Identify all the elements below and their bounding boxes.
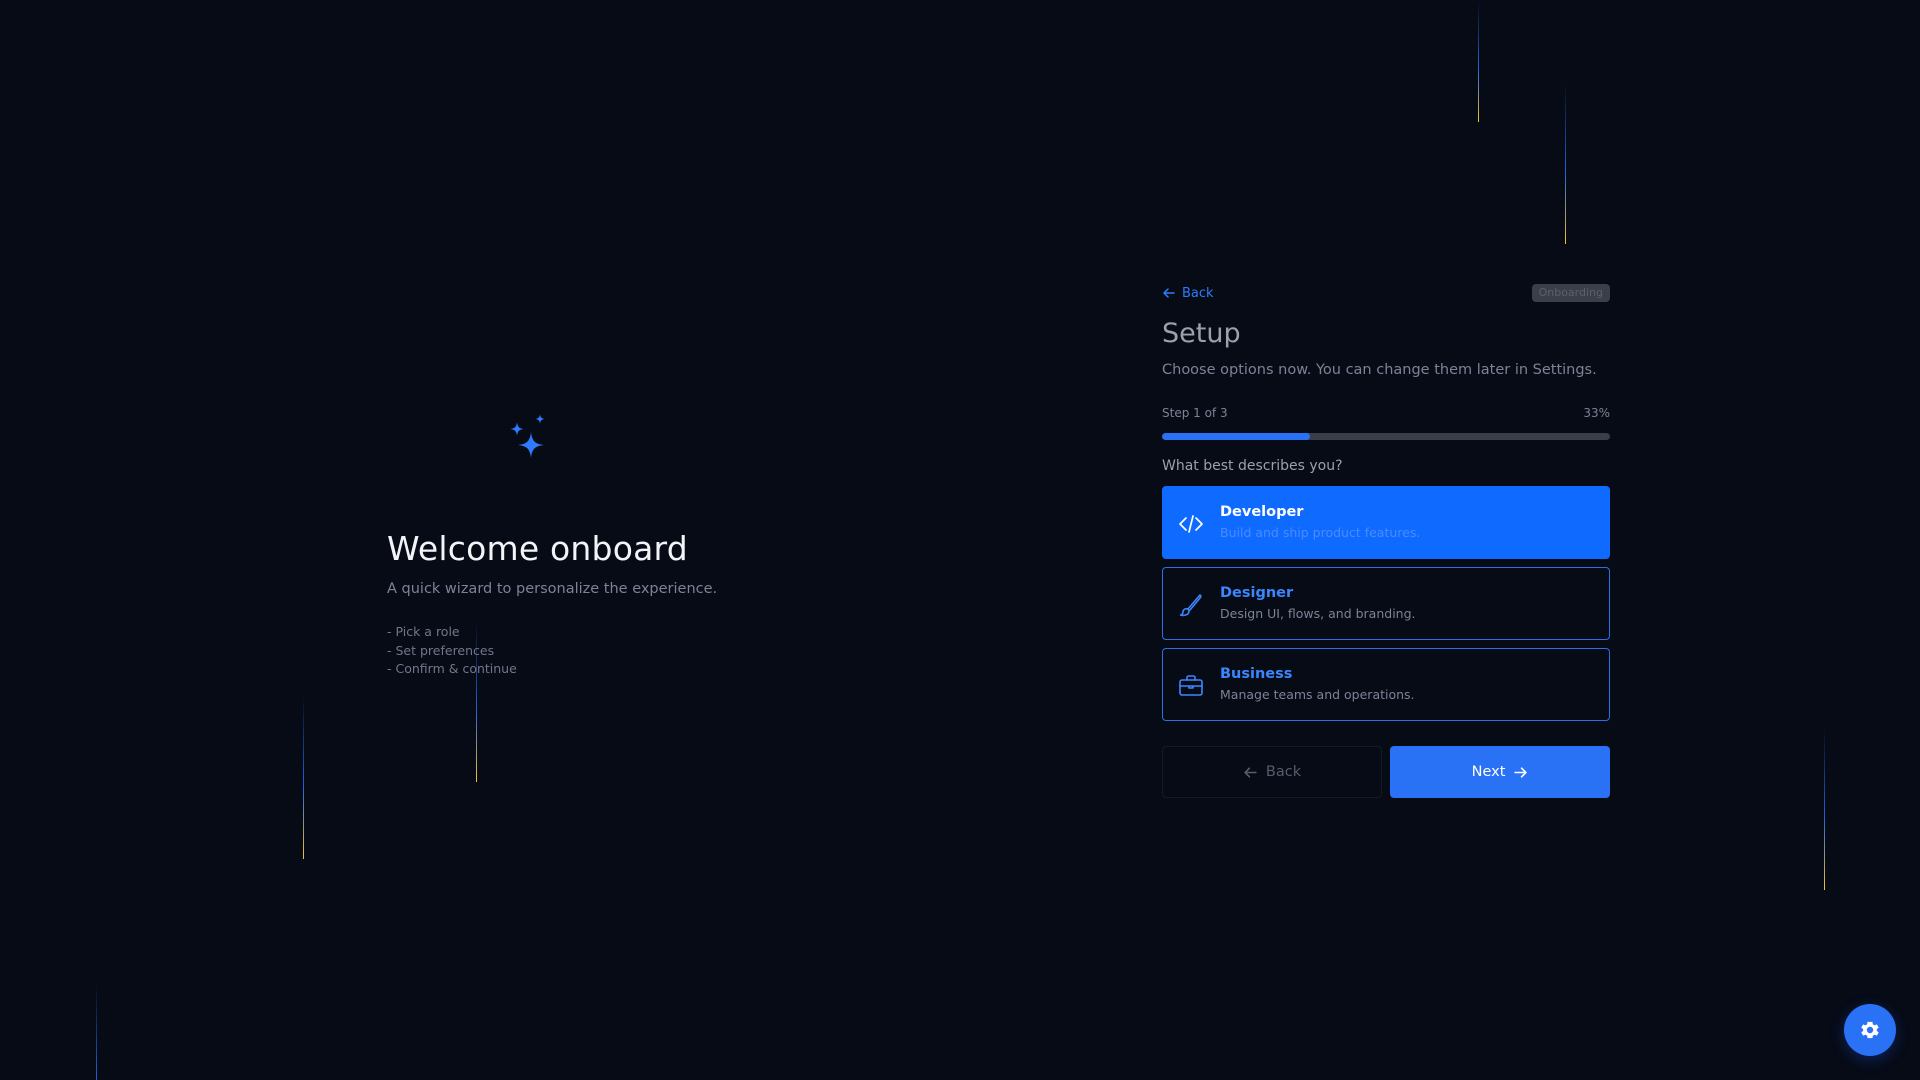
- role-options: Developer Build and ship product feature…: [1162, 486, 1610, 729]
- role-option-business[interactable]: Business Manage teams and operations.: [1162, 648, 1610, 721]
- progress-percent: 33%: [1583, 406, 1610, 420]
- role-option-title: Designer: [1220, 585, 1294, 601]
- progress-bar: [1162, 433, 1610, 440]
- arrow-left-icon: [1244, 766, 1257, 778]
- back-link[interactable]: Back: [1162, 282, 1214, 304]
- wizard-actions: Back Next: [1162, 746, 1610, 798]
- page-subtitle: Choose options now. You can change them …: [1162, 362, 1597, 378]
- role-option-designer[interactable]: Designer Design UI, flows, and branding.: [1162, 567, 1610, 640]
- decorative-streak: [303, 695, 304, 859]
- wizard-steps-list: - Pick a role - Set preferences - Confir…: [387, 623, 517, 679]
- role-option-title: Developer: [1220, 504, 1304, 520]
- onboarding-badge: Onboarding: [1531, 284, 1610, 302]
- role-option-description: Build and ship product features.: [1220, 525, 1421, 540]
- code-icon: [1178, 511, 1204, 537]
- role-option-developer[interactable]: Developer Build and ship product feature…: [1162, 486, 1610, 559]
- onboarding-page: Welcome onboard A quick wizard to person…: [0, 0, 1920, 1080]
- list-item: - Confirm & continue: [387, 661, 517, 676]
- list-item: - Set preferences: [387, 642, 495, 658]
- next-button-label: Next: [1471, 764, 1506, 780]
- gear-icon: [1861, 1021, 1879, 1039]
- next-button[interactable]: Next: [1390, 746, 1610, 798]
- decorative-streak: [1824, 727, 1825, 890]
- welcome-subtitle: A quick wizard to personalize the experi…: [387, 581, 718, 597]
- decorative-streak: [1478, 0, 1479, 122]
- back-button[interactable]: Back: [1162, 746, 1382, 798]
- setup-panel: Back Onboarding Setup Choose options now…: [1162, 282, 1610, 798]
- role-option-description: Manage teams and operations.: [1220, 687, 1415, 702]
- step-indicator: Step 1 of 3 33%: [1162, 406, 1610, 422]
- arrow-left-icon: [1163, 288, 1175, 298]
- back-button-label: Back: [1265, 764, 1302, 780]
- step-label: Step 1 of 3: [1162, 406, 1228, 420]
- back-link-label: Back: [1182, 285, 1214, 301]
- role-question: What best describes you?: [1162, 458, 1343, 474]
- arrow-right-icon: [1514, 766, 1528, 778]
- briefcase-icon: [1178, 673, 1204, 699]
- list-item: - Pick a role: [387, 624, 460, 639]
- role-option-title: Business: [1220, 666, 1293, 682]
- sparkles-icon: [507, 412, 559, 474]
- settings-fab-button[interactable]: [1844, 1004, 1896, 1056]
- page-title: Setup: [1162, 318, 1241, 349]
- decorative-streak: [96, 982, 97, 1080]
- role-option-description: Design UI, flows, and branding.: [1220, 606, 1416, 621]
- panel-header: Back Onboarding: [1162, 282, 1610, 304]
- welcome-title: Welcome onboard: [387, 529, 688, 568]
- decorative-streak: [1565, 82, 1566, 244]
- progress-bar-fill: [1162, 433, 1310, 440]
- brush-icon: [1178, 592, 1204, 618]
